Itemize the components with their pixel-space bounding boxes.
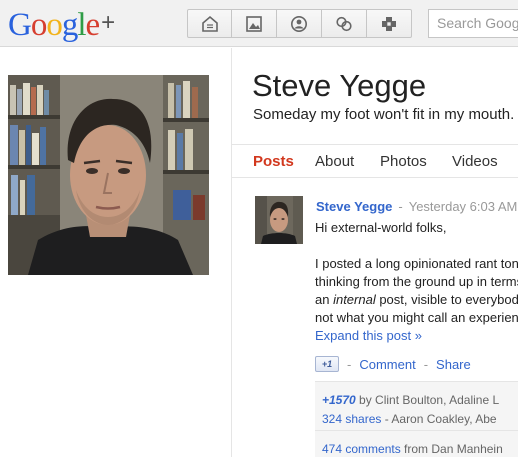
shares-by: - Aaron Coakley, Abe	[384, 412, 497, 426]
games-icon	[382, 16, 396, 31]
tab-posts[interactable]: Posts	[253, 153, 294, 170]
tab-about[interactable]: About	[315, 153, 354, 170]
profile-tabs: Posts About Photos Videos	[232, 144, 518, 178]
post-text-line: not what you might call an experien	[315, 310, 518, 325]
post-text-line: Hi external-world folks,	[315, 220, 447, 235]
post-timestamp[interactable]: Yesterday 6:03 AM	[409, 199, 518, 214]
search-box[interactable]	[428, 9, 518, 38]
comments-from: from Dan Manhein	[404, 442, 503, 456]
comments-count[interactable]: 474 comments	[322, 442, 401, 456]
circles-icon	[336, 16, 352, 31]
post-text-line: I posted a long opinionated rant ton	[315, 256, 518, 271]
shares-count[interactable]: 324 shares	[322, 412, 381, 426]
post-actions: +1 - Comment - Share	[315, 356, 471, 372]
profile-button[interactable]	[277, 9, 322, 38]
games-button[interactable]	[367, 9, 412, 38]
search-input[interactable]	[437, 15, 518, 31]
plus-ones-by: by Clint Boulton, Adaline L	[359, 393, 500, 407]
circles-button[interactable]	[322, 9, 367, 38]
profile-photo[interactable]	[8, 75, 209, 275]
main-navigation	[187, 9, 412, 38]
google-plus-logo[interactable]: Google+	[8, 3, 115, 45]
logo-letter: o	[46, 7, 62, 43]
tab-videos[interactable]: Videos	[452, 153, 498, 170]
post-text-line: thinking from the ground up in terms	[315, 274, 518, 289]
share-link[interactable]: Share	[436, 357, 471, 372]
logo-letter: l	[77, 7, 86, 43]
logo-letter: o	[30, 7, 47, 43]
post-text-line-internal: an internal post, visible to everybod	[315, 292, 518, 307]
expand-post-link[interactable]: Expand this post »	[315, 328, 422, 343]
home-button[interactable]	[187, 9, 232, 38]
shares-summary: 324 shares - Aaron Coakley, Abe	[322, 412, 497, 426]
photos-button[interactable]	[232, 9, 277, 38]
post-author-link[interactable]: Steve Yegge	[316, 199, 392, 214]
post-header-separator: -	[398, 199, 403, 214]
logo-wordmark: Google	[8, 5, 101, 45]
action-separator: -	[423, 356, 429, 372]
tab-photos[interactable]: Photos	[380, 153, 427, 170]
profile-name: Steve Yegge	[252, 68, 427, 103]
comments-summary: 474 comments from Dan Manhein	[322, 442, 503, 456]
action-separator: -	[347, 356, 352, 372]
profile-icon	[291, 15, 307, 32]
stats-divider	[315, 430, 518, 431]
profile-photo-image	[8, 75, 209, 275]
logo-letter: e	[85, 7, 101, 43]
column-divider	[231, 48, 232, 457]
home-icon	[201, 15, 218, 32]
plus-ones-summary: +1570 by Clint Boulton, Adaline L	[322, 393, 499, 407]
plus-one-button[interactable]: +1	[315, 356, 339, 372]
post-stats: +1570 by Clint Boulton, Adaline L 324 sh…	[315, 381, 518, 457]
post-emphasis: internal	[333, 292, 376, 307]
plus-ones-count[interactable]: +1570	[322, 393, 356, 407]
photos-icon	[246, 15, 262, 32]
comment-link[interactable]: Comment	[359, 357, 415, 372]
logo-letter: G	[8, 7, 32, 43]
profile-tagline: Someday my foot won't fit in my mouth.	[253, 106, 515, 123]
logo-plus: +	[101, 9, 116, 36]
post-author-avatar[interactable]	[255, 196, 303, 244]
avatar	[255, 196, 303, 244]
top-bar: Google+	[0, 0, 518, 47]
logo-letter: g	[61, 7, 78, 43]
post-header: Steve Yegge - Yesterday 6:03 AM	[316, 199, 517, 214]
